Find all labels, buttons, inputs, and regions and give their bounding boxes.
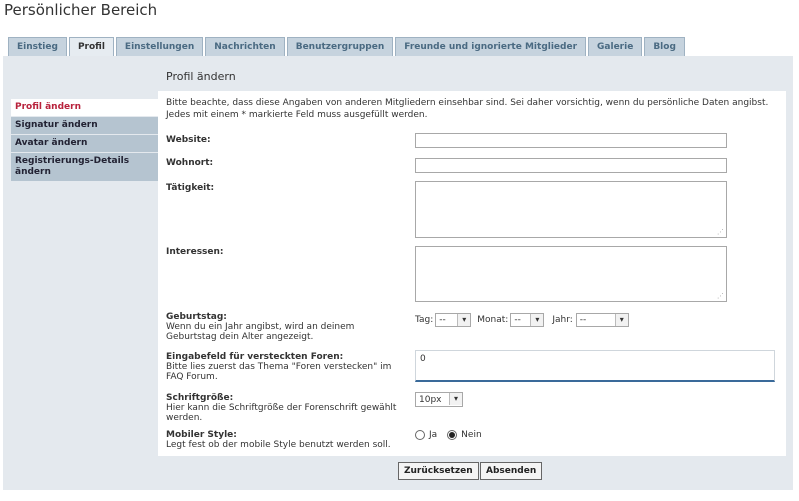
tab-bar: Einstieg Profil Einstellungen Nachrichte… xyxy=(8,37,687,57)
sidebar-item-avatar-aendern[interactable]: Avatar ändern xyxy=(11,135,158,153)
taetigkeit-textarea[interactable]: ⋰ xyxy=(415,181,727,238)
mobiler-style-hint: Legt fest ob der mobile Style benutzt we… xyxy=(166,440,391,450)
monat-label: Monat: xyxy=(477,315,509,325)
intro-text: Bitte beachte, dass diese Angaben von an… xyxy=(166,98,769,120)
sidebar-item-signatur-aendern[interactable]: Signatur ändern xyxy=(11,117,158,135)
wohnort-label: Wohnort: xyxy=(166,158,214,168)
chevron-down-icon: ▾ xyxy=(614,314,628,326)
schriftgroesse-hint: Hier kann die Schriftgröße der Forenschr… xyxy=(166,403,397,423)
profile-form-panel: Bitte beachte, dass diese Angaben von an… xyxy=(158,91,786,456)
jahr-label: Jahr: xyxy=(552,315,573,325)
tab-freunde[interactable]: Freunde und ignorierte Mitglieder xyxy=(395,37,587,56)
monat-select[interactable]: -- ▾ xyxy=(510,313,545,327)
mobiler-style-label: Mobiler Style: xyxy=(166,430,237,440)
tab-profil[interactable]: Profil xyxy=(68,37,114,57)
resize-grip-icon[interactable]: ⋰ xyxy=(717,229,724,236)
hidden-forums-hint: Bitte lies zuerst das Thema "Foren verst… xyxy=(166,362,392,382)
tab-galerie[interactable]: Galerie xyxy=(588,37,643,56)
page-title: Persönlicher Bereich xyxy=(4,1,158,19)
sidebar-item-registrierungs-details[interactable]: Registrierungs-Details ändern xyxy=(11,153,158,182)
submit-button[interactable]: Absenden xyxy=(480,462,543,480)
tab-einstieg[interactable]: Einstieg xyxy=(8,37,67,56)
radio-nein-label: Nein xyxy=(461,430,482,440)
tab-einstellungen[interactable]: Einstellungen xyxy=(115,37,204,56)
geburtstag-label: Geburtstag: xyxy=(166,312,227,322)
hidden-forums-label: Eingabefeld für versteckten Foren: xyxy=(166,352,344,362)
schriftgroesse-select[interactable]: 10px ▾ xyxy=(415,392,463,407)
section-heading: Profil ändern xyxy=(166,70,236,83)
chevron-down-icon: ▾ xyxy=(449,393,462,405)
chevron-down-icon: ▾ xyxy=(457,314,471,326)
reset-button[interactable]: Zurücksetzen xyxy=(398,462,479,480)
interessen-label: Interessen: xyxy=(166,247,224,257)
tab-benutzergruppen[interactable]: Benutzergruppen xyxy=(286,37,394,56)
schriftgroesse-label: Schriftgröße: xyxy=(166,393,234,403)
tab-blog[interactable]: Blog xyxy=(644,37,685,56)
tag-select[interactable]: -- ▾ xyxy=(435,313,472,327)
mobiler-style-options: Ja Nein xyxy=(415,430,482,440)
wohnort-input[interactable] xyxy=(415,158,727,173)
radio-nein[interactable] xyxy=(447,430,458,440)
jahr-select[interactable]: -- ▾ xyxy=(575,313,629,327)
sidebar: Profil ändern Signatur ändern Avatar änd… xyxy=(11,99,158,182)
website-input[interactable] xyxy=(415,133,727,148)
tab-nachrichten[interactable]: Nachrichten xyxy=(205,37,285,56)
geburtstag-hint: Wenn du ein Jahr angibst, wird an deinem… xyxy=(166,322,355,342)
resize-grip-icon[interactable]: ⋰ xyxy=(717,293,724,300)
radio-ja[interactable] xyxy=(415,430,425,440)
chevron-down-icon: ▾ xyxy=(530,314,544,326)
sidebar-item-profil-aendern[interactable]: Profil ändern xyxy=(11,99,158,117)
hidden-forums-input[interactable]: 0 xyxy=(415,350,775,382)
website-label: Website: xyxy=(166,135,211,145)
schriftgroesse-row: 10px ▾ xyxy=(415,392,463,407)
tag-label: Tag: xyxy=(415,315,434,325)
radio-ja-label: Ja xyxy=(429,430,438,440)
interessen-textarea[interactable]: ⋰ xyxy=(415,246,727,302)
birthday-selects: Tag: -- ▾ Monat: -- ▾ Jahr: -- ▾ xyxy=(415,313,629,327)
taetigkeit-label: Tätigkeit: xyxy=(166,183,215,193)
